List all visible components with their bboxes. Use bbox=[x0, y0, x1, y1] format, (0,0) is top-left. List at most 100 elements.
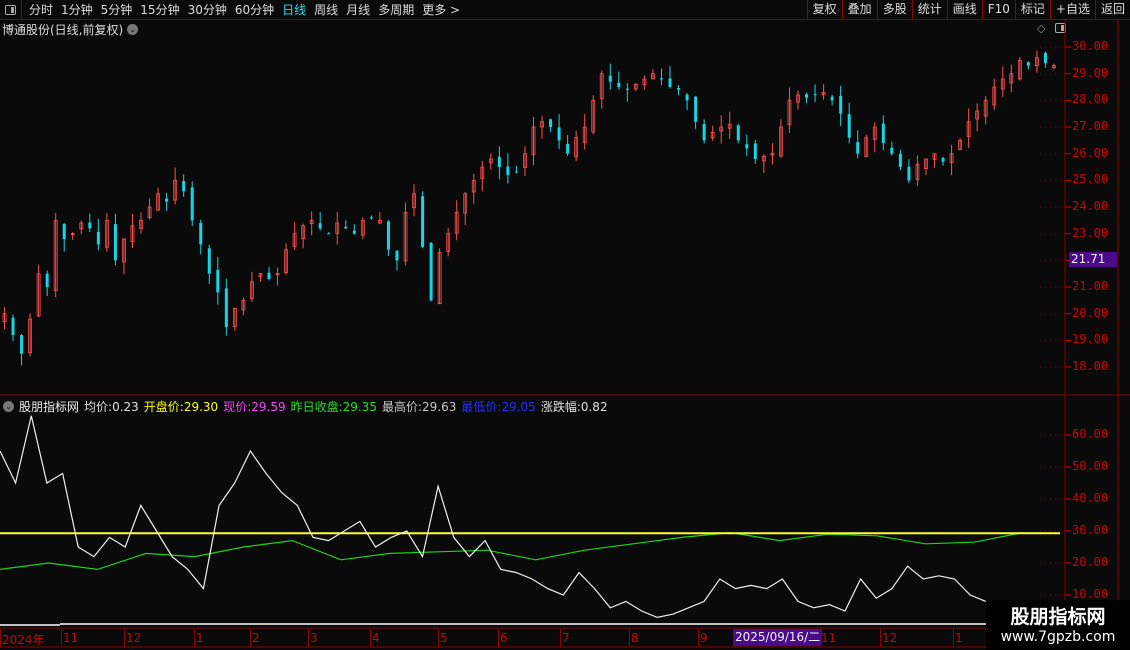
indicator-label: 开盘价: bbox=[143, 400, 184, 414]
date-tick: 5 bbox=[440, 631, 448, 645]
indicator-number: 0.82 bbox=[580, 400, 608, 414]
candle-body bbox=[113, 224, 117, 261]
candle-body bbox=[557, 127, 561, 141]
date-tick: 3 bbox=[310, 631, 318, 645]
indicator-tick: 30.00 bbox=[1072, 523, 1109, 537]
indicator-label: 最高价: bbox=[382, 400, 423, 414]
candle-body bbox=[745, 144, 749, 149]
candle-body bbox=[344, 226, 348, 229]
candle-body bbox=[327, 233, 331, 235]
candle-body bbox=[224, 288, 228, 328]
date-tick: 11 bbox=[63, 631, 79, 645]
candle-body bbox=[702, 124, 706, 141]
candle-body bbox=[907, 166, 911, 181]
candle-body bbox=[96, 231, 100, 245]
candle-body bbox=[20, 334, 24, 354]
price-tick: 20.00 bbox=[1072, 305, 1109, 320]
candle-body bbox=[506, 166, 510, 176]
candle-body bbox=[566, 144, 570, 154]
chevron-down-icon[interactable]: ⌄ bbox=[3, 401, 14, 412]
price-tick: 26.00 bbox=[1072, 145, 1109, 160]
price-tick: 19.00 bbox=[1072, 332, 1109, 347]
candle-body bbox=[421, 196, 425, 248]
indicator-value: 开盘价:29.30 bbox=[144, 398, 218, 415]
kline-chart[interactable] bbox=[0, 0, 1130, 650]
candle-body bbox=[386, 221, 390, 250]
price-tick: 18.00 bbox=[1072, 359, 1109, 374]
date-tick: 9 bbox=[700, 631, 708, 645]
candle-body bbox=[62, 223, 66, 240]
candle-body bbox=[898, 153, 902, 168]
date-tick: 11 bbox=[821, 631, 837, 645]
date-tick: 8 bbox=[631, 631, 639, 645]
price-tick: 25.00 bbox=[1072, 172, 1109, 187]
candle-body bbox=[830, 96, 834, 101]
indicator-number: 29.59 bbox=[251, 400, 286, 414]
white-line bbox=[0, 415, 987, 619]
indicator-tick: 50.00 bbox=[1072, 459, 1109, 473]
price-tick: 28.00 bbox=[1072, 92, 1109, 107]
indicator-value: 最低价:29.05 bbox=[461, 398, 535, 415]
date-tick: 6 bbox=[500, 631, 508, 645]
candle-body bbox=[608, 75, 612, 82]
date-tick: 1 bbox=[196, 631, 204, 645]
indicator-number: 29.05 bbox=[501, 400, 536, 414]
indicator-value: 现价:29.59 bbox=[223, 398, 285, 415]
candle-body bbox=[685, 94, 689, 101]
candle-body bbox=[941, 157, 945, 162]
candle-body bbox=[625, 88, 629, 90]
indicator-label: 均价: bbox=[84, 400, 113, 414]
indicator-number: 0.23 bbox=[112, 400, 139, 414]
date-tick: 1 bbox=[955, 631, 963, 645]
price-tick: 21.00 bbox=[1072, 279, 1109, 294]
candle-body bbox=[668, 78, 672, 88]
current-price-label: 21.71 bbox=[1069, 252, 1117, 267]
candle-body bbox=[352, 230, 356, 234]
price-tick: 29.00 bbox=[1072, 65, 1109, 80]
price-tick: 24.00 bbox=[1072, 199, 1109, 214]
price-tick: 23.00 bbox=[1072, 225, 1109, 240]
date-tick: 4 bbox=[372, 631, 380, 645]
watermark-url: www.7gpzb.com bbox=[1000, 629, 1116, 645]
date-tick: 12 bbox=[882, 631, 898, 645]
candle-body bbox=[369, 217, 373, 219]
indicator-label: 昨日收盘: bbox=[290, 400, 343, 414]
indicator-value: 最高价:29.63 bbox=[382, 398, 456, 415]
candle-body bbox=[847, 114, 851, 138]
candle-body bbox=[11, 317, 15, 336]
candle-body bbox=[856, 142, 860, 154]
date-tick: 2024年 bbox=[2, 633, 45, 647]
indicator-number: 29.30 bbox=[183, 400, 219, 414]
candle-body bbox=[514, 171, 518, 173]
candle-body bbox=[497, 156, 501, 168]
candle-body bbox=[318, 223, 322, 229]
candle-body bbox=[549, 119, 553, 128]
date-tick: 12 bbox=[126, 631, 142, 645]
candle-body bbox=[694, 96, 698, 122]
indicator-tick: 10.00 bbox=[1072, 587, 1109, 601]
indicator-number: 29.35 bbox=[342, 400, 377, 414]
indicator-name: 股朋指标网 bbox=[19, 400, 80, 414]
watermark-name: 股朋指标网 bbox=[1010, 606, 1106, 628]
date-axis: 2024年 11 12 1 2 3 4 5 6 7 8 9 11 12 1 bbox=[0, 629, 1065, 647]
candle-body bbox=[1043, 52, 1047, 64]
indicator-label: 涨跌幅: bbox=[540, 400, 581, 414]
indicator-tick: 40.00 bbox=[1072, 491, 1109, 505]
price-tick: 30.00 bbox=[1072, 39, 1109, 53]
candle-body bbox=[216, 269, 220, 293]
candle-body bbox=[659, 78, 663, 80]
candle-body bbox=[753, 143, 757, 160]
indicator-tick: 20.00 bbox=[1072, 555, 1109, 569]
date-tick: 7 bbox=[562, 631, 570, 645]
price-tick: 27.00 bbox=[1072, 119, 1109, 133]
date-tick: 2 bbox=[252, 631, 260, 645]
candle-body bbox=[677, 88, 681, 90]
candle-body bbox=[45, 273, 49, 288]
candle-body bbox=[813, 94, 817, 96]
candle-body bbox=[165, 198, 169, 202]
candle-body bbox=[429, 242, 433, 301]
candle-body bbox=[395, 250, 399, 261]
candle-body bbox=[88, 222, 92, 229]
watermark: 股朋指标网 www.7gpzb.com bbox=[986, 600, 1130, 650]
selected-date: 2025/09/16/二 bbox=[733, 629, 823, 646]
